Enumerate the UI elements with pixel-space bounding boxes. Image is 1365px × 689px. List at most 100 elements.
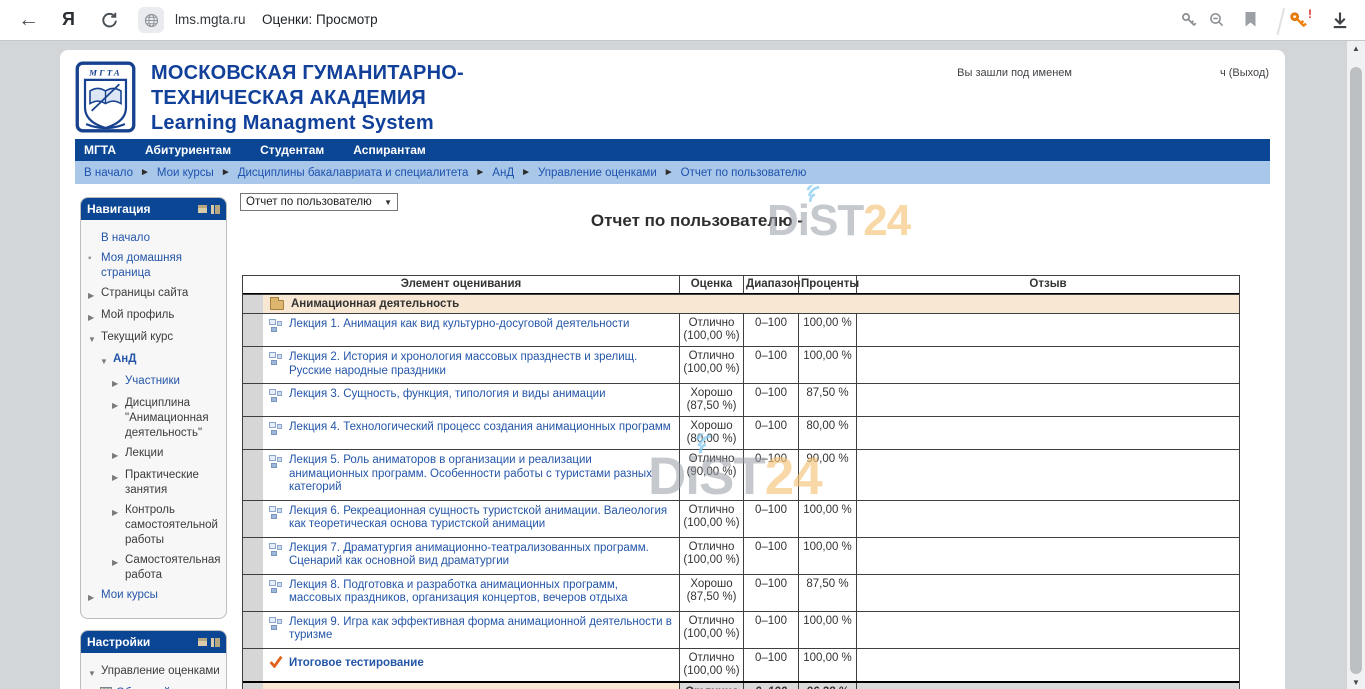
- nav-item-abiturientam[interactable]: Абитуриентам: [145, 143, 231, 157]
- hierarchy-gutter: [243, 683, 263, 689]
- refresh-icon[interactable]: [100, 11, 118, 34]
- extension-key-icon[interactable]: !: [1288, 10, 1308, 35]
- range-cell: 0–100: [743, 683, 798, 689]
- range-cell: 0–100: [743, 612, 798, 648]
- expand-right-icon[interactable]: ▶: [88, 308, 101, 325]
- table-row: Лекция 7. Драматургия анимационно-театра…: [243, 537, 1239, 574]
- sidebar-item-self-control[interactable]: ▶Контроль самостоятельной работы: [88, 503, 222, 548]
- expand-right-icon[interactable]: ▶: [112, 374, 125, 391]
- settings-block-title: Настройки: [87, 635, 198, 649]
- scrollbar-thumb[interactable]: [1350, 67, 1362, 674]
- sidebar-item-lectures[interactable]: ▶Лекции: [88, 446, 222, 463]
- table-header-row: Элемент оценивания Оценка Диапазон Проце…: [243, 276, 1239, 294]
- lesson-icon: [269, 422, 283, 435]
- grade-cell: Хорошо (87,50 %): [679, 384, 743, 416]
- lesson-link[interactable]: Лекция 1. Анимация как вид культурно-дос…: [289, 318, 629, 332]
- expand-right-icon[interactable]: ▶: [112, 446, 125, 463]
- percent-cell: 100,00 %: [798, 538, 856, 574]
- breadcrumb-disciplines[interactable]: Дисциплины бакалавриата и специалитета: [238, 167, 469, 179]
- sidebar-item-my-profile[interactable]: ▶Мой профиль: [88, 308, 222, 325]
- breadcrumb-course[interactable]: АнД: [492, 167, 514, 179]
- lesson-link[interactable]: Лекция 3. Сущность, функция, типология и…: [289, 388, 606, 402]
- expand-down-icon[interactable]: ▼: [88, 330, 101, 347]
- expand-right-icon[interactable]: ▶: [88, 286, 101, 303]
- settings-block: Настройки ▼Управление оценками Обзорный …: [80, 630, 227, 689]
- bookmark-icon[interactable]: [1243, 11, 1258, 33]
- dock-block-icon[interactable]: [211, 205, 220, 214]
- range-cell: 0–100: [743, 450, 798, 500]
- lesson-link[interactable]: Лекция 8. Подготовка и разработка анимац…: [289, 579, 673, 606]
- address-bar-domain[interactable]: lms.mgta.ru: [175, 12, 246, 27]
- sidebar-item-current-course[interactable]: ▼Текущий курс: [88, 330, 222, 347]
- feedback-cell: [856, 575, 1239, 611]
- expand-right-icon[interactable]: ▶: [112, 468, 125, 498]
- grade-cell: Отлично (100,00 %): [679, 612, 743, 648]
- sidebar-item-discipline[interactable]: ▶Дисциплина "Анимационная деятельность": [88, 396, 222, 441]
- final-test-row: Итоговое тестирование Отлично (100,00 %)…: [243, 648, 1239, 681]
- percent-cell: 100,00 %: [798, 501, 856, 537]
- collapse-block-icon[interactable]: [198, 205, 207, 213]
- lesson-link[interactable]: Лекция 9. Игра как эффективная форма ани…: [289, 616, 673, 643]
- scroll-up-arrow-icon[interactable]: ▲: [1347, 44, 1365, 53]
- sidebar-item-home[interactable]: В начало: [88, 231, 222, 246]
- sidebar-item-self-work[interactable]: ▶Самостоятельная работа: [88, 553, 222, 583]
- sidebar-item-practical[interactable]: ▶Практические занятия: [88, 468, 222, 498]
- nav-item-aspirantam[interactable]: Аспирантам: [353, 143, 426, 157]
- lesson-link[interactable]: Лекция 2. История и хронология массовых …: [289, 351, 673, 378]
- settings-item-grade-admin[interactable]: ▼Управление оценками: [88, 664, 222, 681]
- final-test-link[interactable]: Итоговое тестирование: [289, 657, 424, 671]
- lesson-link[interactable]: Лекция 5. Роль аниматоров в организации …: [289, 454, 673, 495]
- expand-down-icon[interactable]: ▼: [88, 664, 101, 681]
- academy-logo: МГТА: [75, 61, 136, 133]
- nav-item-studentam[interactable]: Студентам: [260, 143, 324, 157]
- sidebar-item-my-home[interactable]: ▪Моя домашняя страница: [88, 251, 222, 281]
- hierarchy-gutter: [243, 612, 263, 648]
- zoom-page-icon[interactable]: [1208, 11, 1226, 34]
- sidebar-item-participants[interactable]: ▶Участники: [88, 374, 222, 391]
- logged-in-status: Вы зашли под именемч (Выход): [957, 67, 1269, 79]
- lesson-link[interactable]: Лекция 4. Технологический процесс создан…: [289, 421, 671, 435]
- hierarchy-gutter: [243, 575, 263, 611]
- percent-cell: 100,00 %: [798, 314, 856, 346]
- download-icon[interactable]: [1330, 10, 1350, 35]
- range-cell: 0–100: [743, 501, 798, 537]
- sidebar-item-site-pages[interactable]: ▶Страницы сайта: [88, 286, 222, 303]
- breadcrumb-grade-admin[interactable]: Управление оценками: [538, 167, 657, 179]
- vertical-scrollbar[interactable]: ▲ ▼: [1347, 41, 1365, 689]
- feedback-cell: [856, 538, 1239, 574]
- expand-right-icon[interactable]: ▶: [112, 503, 125, 548]
- breadcrumb-user-report[interactable]: Отчет по пользователю: [681, 167, 807, 179]
- breadcrumb-home[interactable]: В начало: [84, 167, 133, 179]
- collapse-block-icon[interactable]: [198, 638, 207, 646]
- address-bar-page-title[interactable]: Оценки: Просмотр: [262, 12, 378, 27]
- password-manager-icon[interactable]: [1180, 11, 1198, 34]
- lesson-icon: [269, 543, 283, 556]
- dock-block-icon[interactable]: [211, 638, 220, 647]
- navigation-block-title: Навигация: [87, 202, 198, 216]
- hierarchy-gutter: [243, 347, 263, 383]
- nav-item-mgta[interactable]: МГТА: [84, 143, 116, 157]
- column-header-range: Диапазон: [743, 276, 798, 293]
- hierarchy-gutter: [243, 417, 263, 449]
- range-cell: 0–100: [743, 384, 798, 416]
- breadcrumb-my-courses[interactable]: Мои курсы: [157, 167, 214, 179]
- logout-link[interactable]: ч (Выход): [1220, 67, 1269, 79]
- expand-right-icon[interactable]: ▶: [112, 553, 125, 583]
- grade-cell: Отлично (96,38 %): [679, 683, 743, 689]
- scroll-down-arrow-icon[interactable]: ▼: [1347, 678, 1365, 687]
- lesson-link[interactable]: Лекция 6. Рекреационная сущность туристс…: [289, 505, 673, 532]
- report-type-select[interactable]: Отчет по пользователю ▼: [240, 193, 398, 211]
- sidebar-item-my-courses[interactable]: ▶Мои курсы: [88, 588, 222, 605]
- report-type-value: Отчет по пользователю: [246, 196, 372, 208]
- grade-cell: Отлично (100,00 %): [679, 501, 743, 537]
- expand-down-icon[interactable]: ▼: [100, 352, 113, 369]
- sidebar-item-course-and[interactable]: ▼АнД: [88, 352, 222, 369]
- lesson-link[interactable]: Лекция 7. Драматургия анимационно-театра…: [289, 542, 673, 569]
- site-icon: [138, 7, 164, 33]
- expand-right-icon[interactable]: ▶: [88, 588, 101, 605]
- yandex-logo-icon[interactable]: Я: [62, 9, 75, 30]
- back-icon[interactable]: ←: [18, 8, 39, 32]
- academy-title: МОСКОВСКАЯ ГУМАНИТАРНО- ТЕХНИЧЕСКАЯ АКАД…: [151, 61, 464, 136]
- column-header-percent: Проценты: [798, 276, 856, 293]
- expand-right-icon[interactable]: ▶: [112, 396, 125, 441]
